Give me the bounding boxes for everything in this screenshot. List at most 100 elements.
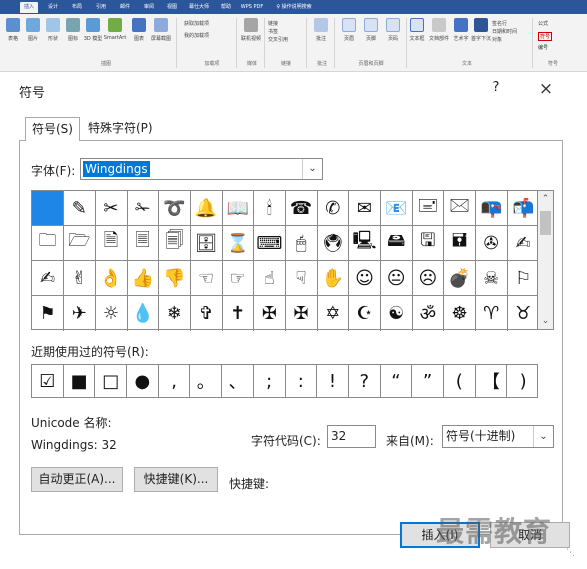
symbol-cell[interactable]: ॐ <box>412 296 445 331</box>
symbol-cell[interactable]: 🔔 <box>190 191 223 226</box>
ribbon-get-addins-button[interactable]: 获取加载项 我的加载项 <box>184 18 234 54</box>
ribbon-numbering-button[interactable]: 编号 <box>538 44 548 51</box>
recent-symbol-cell[interactable]: ) <box>507 365 539 397</box>
symbol-grid[interactable]: ✎ ✂ ✁ ➰ 🔔 📖 🕯 ☎ ✆ ✉ 📧 🖃 🖂 📭 📬 🗀 🗁 🗎 🗏 🗐 🗄 ⌛ ⌨ 🖱 🖲 🖳 🖴 🖫 🖬 ✇ ✍ ✍ ✌ 👌 👍 👎 ☜ ☞ ☝ ☟… <box>31 190 539 331</box>
tab-symbols[interactable]: 符号(S) <box>25 117 80 141</box>
ribbon-screenshot-button[interactable]: 屏幕截图 <box>150 18 172 54</box>
ribbon-tell-me[interactable]: ♀ 操作说明搜索 <box>270 2 318 13</box>
ribbon-tab-help[interactable]: 帮助 <box>217 2 235 13</box>
symbol-cell[interactable]: 📬 <box>507 191 539 226</box>
symbol-cell[interactable]: ✇ <box>475 226 508 261</box>
symbol-cell[interactable]: ⌛ <box>222 226 255 261</box>
symbol-cell[interactable]: 🗎 <box>95 226 128 261</box>
symbol-cell[interactable]: 👍 <box>127 261 160 296</box>
symbol-cell[interactable]: ✁ <box>127 191 160 226</box>
symbol-cell[interactable]: ☼ <box>95 296 128 331</box>
symbol-cell[interactable]: ☞ <box>222 261 255 296</box>
symbol-cell[interactable]: ✌ <box>63 261 96 296</box>
symbol-cell[interactable]: ✋ <box>317 261 350 296</box>
symbol-cell[interactable]: ☟ <box>285 261 318 296</box>
ribbon-tab-addin[interactable]: 幕仕大师 <box>186 2 212 13</box>
recent-symbol-cell[interactable]: : <box>286 365 318 397</box>
symbol-cell[interactable]: ♈ <box>476 296 508 331</box>
ribbon-tab-wps-pdf[interactable]: WPS PDF <box>240 2 264 13</box>
ribbon-links-group[interactable]: 链接 书签 交叉引用 <box>268 18 304 54</box>
symbol-cell[interactable]: 💧 <box>127 296 160 331</box>
recent-symbol-cell[interactable]: 【 <box>476 365 508 397</box>
symbol-cell[interactable]: ⚐ <box>507 261 539 296</box>
ribbon-comment-button[interactable]: 批注 <box>310 18 332 54</box>
symbol-cell[interactable]: 🖃 <box>412 191 445 226</box>
font-select[interactable]: Wingdings ⌄ <box>80 158 323 180</box>
scroll-thumb[interactable] <box>540 211 551 235</box>
ribbon-tab-insert[interactable]: 插入 <box>20 2 38 13</box>
recent-symbol-cell[interactable]: ☑ <box>32 365 64 397</box>
ribbon-tab-design[interactable]: 设计 <box>44 2 62 13</box>
symbol-cell[interactable]: ✉ <box>348 191 382 226</box>
recent-symbol-cell[interactable]: , <box>159 365 191 397</box>
symbol-cell[interactable]: 🖲 <box>317 226 350 261</box>
symbol-cell[interactable]: 🖬 <box>443 226 477 261</box>
recent-symbol-cell[interactable]: □ <box>95 365 128 397</box>
symbol-cell[interactable]: ✍ <box>32 261 65 296</box>
recent-symbol-cell[interactable]: ? <box>349 365 381 397</box>
ribbon-tab-mailings[interactable]: 邮件 <box>116 2 134 13</box>
ribbon-dropcap-button[interactable]: 首字下沉 <box>470 18 492 54</box>
symbol-cell[interactable]: 👎 <box>158 261 191 296</box>
scroll-down-icon[interactable]: ⌄ <box>538 313 553 329</box>
symbol-cell[interactable]: 💣 <box>443 261 477 296</box>
symbol-cell[interactable]: 😐 <box>380 261 413 296</box>
ribbon-tab-review[interactable]: 审阅 <box>140 2 158 13</box>
symbol-cell[interactable]: 🖳 <box>348 226 382 261</box>
symbol-cell[interactable]: 🗁 <box>63 226 96 261</box>
symbol-cell[interactable]: 🖴 <box>380 226 413 261</box>
recent-symbol-cell[interactable]: ! <box>317 365 349 397</box>
symbol-cell[interactable]: ✞ <box>190 296 223 331</box>
recent-symbol-cell[interactable]: ● <box>127 365 159 397</box>
symbol-cell[interactable]: 🗏 <box>127 226 160 261</box>
ribbon-tab-layout[interactable]: 布局 <box>68 2 86 13</box>
symbol-cell[interactable]: ☝ <box>253 261 286 296</box>
recent-symbol-cell[interactable]: ■ <box>64 365 96 397</box>
symbol-cell[interactable]: ☹ <box>412 261 445 296</box>
symbol-cell[interactable]: ✠ <box>254 296 286 331</box>
tab-special-characters[interactable]: 特殊字符(P) <box>82 117 159 141</box>
recent-symbols-grid[interactable]: ☑ ■ □ ●,。、;:!? “”(【) <box>31 364 538 398</box>
symbol-cell[interactable]: 👌 <box>95 261 128 296</box>
symbol-cell[interactable]: ❄ <box>159 296 191 331</box>
symbol-cell[interactable]: ☜ <box>190 261 223 296</box>
scroll-up-icon[interactable]: ⌃ <box>538 191 553 207</box>
shortcut-key-button[interactable]: 快捷键(K)... <box>134 467 218 492</box>
recent-symbol-cell[interactable]: ; <box>254 365 286 397</box>
ribbon-symbol-button[interactable]: 符号 <box>538 32 553 41</box>
close-button[interactable]: × <box>536 79 556 99</box>
symbol-cell[interactable]: ♉ <box>507 296 539 331</box>
symbol-cell[interactable]: 🖂 <box>443 191 477 226</box>
ribbon-text-small-group[interactable]: 签名行 日期和时间 对象 <box>492 18 532 54</box>
recent-symbol-cell[interactable]: ( <box>444 365 476 397</box>
symbol-grid-scrollbar[interactable]: ⌃ ⌄ <box>538 190 554 330</box>
symbol-cell[interactable]: ➰ <box>158 191 191 226</box>
recent-symbol-cell[interactable]: ” <box>412 365 444 397</box>
symbol-cell[interactable]: ✎ <box>63 191 96 226</box>
symbol-cell[interactable]: 🗄 <box>190 226 223 261</box>
symbol-cell[interactable]: ✂ <box>95 191 128 226</box>
chevron-down-icon[interactable]: ⌄ <box>302 159 322 179</box>
symbol-cell[interactable] <box>32 191 65 226</box>
symbol-cell[interactable]: 🖫 <box>412 226 445 261</box>
help-button[interactable]: ? <box>488 80 504 98</box>
symbol-cell[interactable]: ☎ <box>285 191 318 226</box>
symbol-cell[interactable]: 📖 <box>222 191 255 226</box>
from-select[interactable]: 符号(十进制) ⌄ <box>442 425 554 448</box>
ribbon-online-video-button[interactable]: 联机视频 <box>240 18 262 54</box>
ribbon-equation-button[interactable]: 公式 <box>538 20 548 27</box>
symbol-cell[interactable]: ✍ <box>507 226 539 261</box>
resize-grip-icon[interactable]: ⋱ <box>566 548 580 562</box>
autocorrect-button[interactable]: 自动更正(A)... <box>31 467 123 492</box>
symbol-cell[interactable]: ✝ <box>222 296 255 331</box>
recent-symbol-cell[interactable]: 。 <box>190 365 223 397</box>
symbol-cell[interactable]: ⌨ <box>253 226 286 261</box>
symbol-cell[interactable]: ✆ <box>317 191 350 226</box>
chevron-down-icon[interactable]: ⌄ <box>533 426 553 447</box>
symbol-cell[interactable]: ☯ <box>381 296 413 331</box>
